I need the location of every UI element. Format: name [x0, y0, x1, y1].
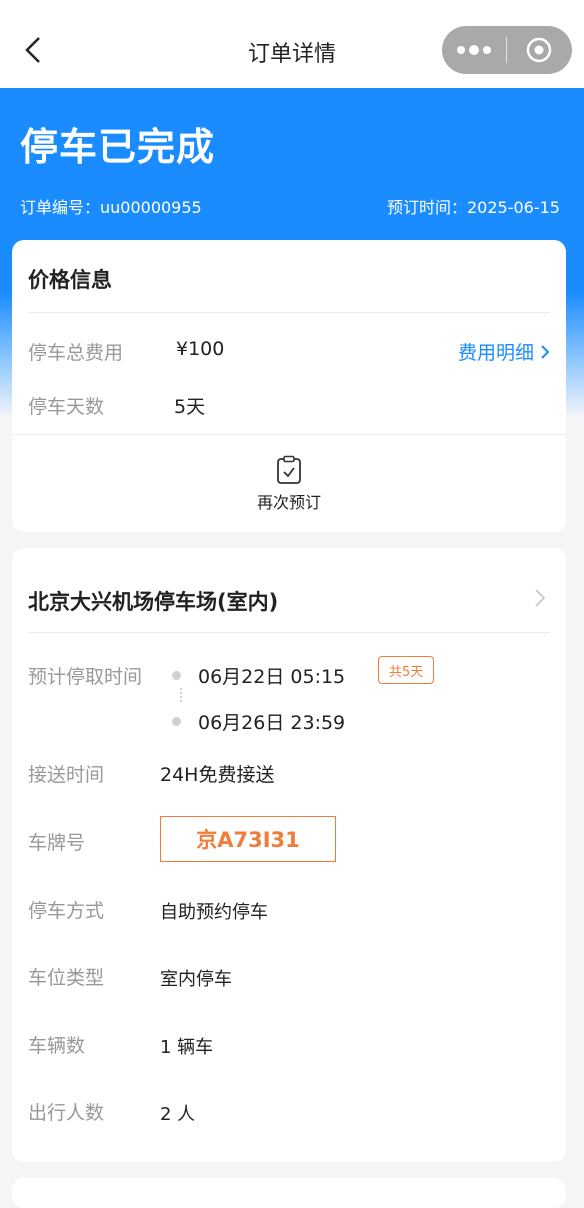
spot-type-label: 车位类型 — [28, 967, 105, 989]
divider — [28, 632, 550, 633]
parking-days-label: 停车天数 — [28, 396, 105, 418]
more-dots-icon — [457, 45, 491, 55]
plate-label: 车牌号 — [28, 832, 86, 854]
parking-lot-name[interactable]: 北京大兴机场停车场(室内) — [28, 586, 278, 616]
mini-program-capsule — [442, 26, 572, 74]
timeline-dot — [172, 717, 181, 726]
license-plate: 京A73I31 — [160, 816, 336, 862]
start-time-row: 06月22日 05:15 — [172, 662, 345, 689]
target-circle-icon — [526, 37, 552, 63]
spot-type-value: 室内停车 — [160, 969, 232, 990]
parking-mode-label: 停车方式 — [28, 900, 105, 922]
vehicle-count-value: 1 辆车 — [160, 1037, 214, 1058]
traveler-count-label: 出行人数 — [28, 1102, 105, 1124]
parking-mode-value: 自助预约停车 — [160, 902, 268, 923]
close-miniprogram-button[interactable] — [507, 26, 571, 74]
vehicle-count-label: 车辆数 — [28, 1035, 86, 1057]
days-badge: 共5天 — [378, 656, 435, 684]
pickup-time-label: 预计停取时间 — [28, 666, 143, 688]
chevron-right-icon — [541, 344, 550, 359]
chevron-right-icon[interactable] — [534, 588, 546, 608]
divider — [28, 312, 550, 313]
more-button[interactable] — [442, 26, 506, 74]
order-number: 订单编号：uu00000955 — [20, 198, 202, 217]
traveler-count-value: 2 人 — [160, 1104, 196, 1125]
order-status-title: 停车已完成 — [20, 125, 216, 169]
fee-detail-label: 费用明细 — [457, 342, 534, 364]
end-time-row: 06月26日 23:59 — [172, 708, 345, 735]
order-booking-time: 预订时间：2025-06-15 — [387, 198, 560, 217]
shuttle-time-label: 接送时间 — [28, 764, 105, 786]
total-fee-label: 停车总费用 — [28, 342, 124, 364]
shuttle-time-value: 24H免费接送 — [160, 764, 275, 786]
price-info-card: 价格信息 停车总费用 ¥100 费用明细 停车天数 5天 再次预订 — [12, 240, 566, 532]
rebook-label: 再次预订 — [256, 492, 321, 512]
timeline-connector — [180, 688, 182, 704]
parking-days-value: 5天 — [174, 396, 206, 418]
next-card-partial — [12, 1178, 566, 1208]
start-time: 06月22日 05:15 — [198, 666, 346, 688]
end-time: 06月26日 23:59 — [198, 712, 346, 734]
nav-bar: 订单详情 — [0, 0, 584, 88]
parking-lot-card: 北京大兴机场停车场(室内) 预计停取时间 06月22日 05:15 共5天 06… — [12, 548, 566, 1162]
price-card-title: 价格信息 — [28, 268, 112, 292]
fee-detail-link[interactable]: 费用明细 — [458, 338, 550, 365]
rebook-button[interactable]: 再次预订 — [12, 434, 566, 532]
total-fee-value: ¥100 — [176, 338, 225, 360]
timeline-dot — [172, 671, 181, 680]
clipboard-check-icon — [277, 455, 301, 484]
